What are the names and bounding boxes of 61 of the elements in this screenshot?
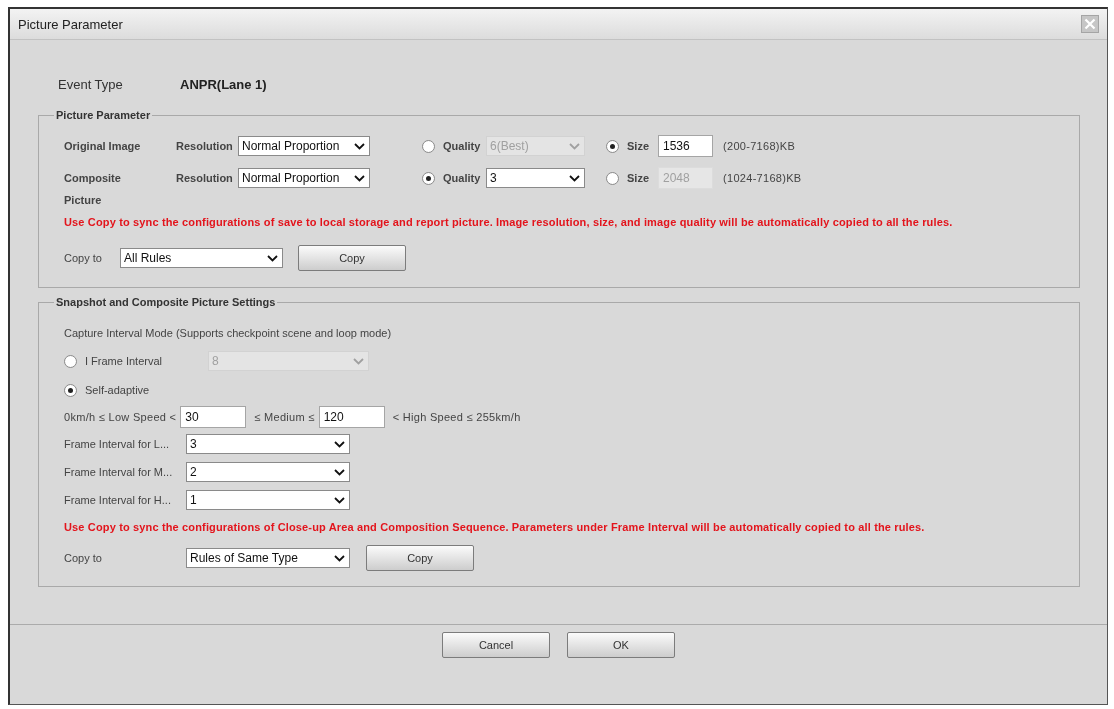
chevron-down-icon [334,468,345,476]
field-label: Resolution [176,172,234,184]
row-label: Original Image [64,139,142,154]
frame-interval-select[interactable]: 1 [186,490,350,510]
close-button[interactable] [1081,15,1099,33]
chevron-down-icon [354,142,365,150]
field-label: Quality [443,172,482,184]
radio-label: Self-adaptive [85,384,151,396]
event-type-value: ANPR(Lane 1) [180,76,267,92]
speed-input[interactable]: 120 [318,406,385,428]
field-label: Copy to [64,552,103,564]
field-label: Frame Interval for M... [64,466,174,478]
dialog-button[interactable]: OK [567,632,675,658]
close-icon [1084,18,1096,30]
chevron-down-icon [334,496,345,504]
field-label: Copy to [64,252,103,264]
copy-to-select[interactable]: All Rules [120,248,283,268]
resolution-select[interactable]: Normal Proportion [238,136,370,156]
chevron-down-icon [569,174,580,182]
speed-label: < High Speed ≤ 255km/h [392,411,521,423]
chevron-down-icon [569,142,580,150]
quality-select[interactable]: 3 [486,168,585,188]
field-label: Frame Interval for H... [64,494,172,506]
copy-to-select[interactable]: Rules of Same Type [186,548,350,568]
event-type-label: Event Type [58,76,124,92]
radio-button[interactable] [422,139,435,153]
resolution-select[interactable]: Normal Proportion [238,168,370,188]
field-label: Quality [443,140,482,152]
chevron-down-icon [334,554,345,562]
section-legend: Snapshot and Composite Picture Settings [54,296,278,308]
field-label: Resolution [176,140,234,152]
radio-label: I Frame Interval [85,355,164,367]
frame-interval-select[interactable]: 3 [186,434,350,454]
copy-note: Use Copy to sync the configurations of save to local storage and report picture. Image resolution, size, and image quality will be automatically copied to all the rules. [64,215,954,229]
size-input[interactable]: 1536 [658,135,713,157]
window-title: Picture Parameter [18,16,123,32]
chevron-down-icon [353,357,364,365]
copy-button[interactable]: Copy [366,545,474,571]
radio-button[interactable] [64,354,77,368]
radio-button[interactable] [606,139,619,153]
dialog-button[interactable]: Cancel [442,632,550,658]
mode-title: Capture Interval Mode (Supports checkpoint scene and loop mode) [64,326,393,341]
chevron-down-icon [354,174,365,182]
chevron-down-icon [334,440,345,448]
range-hint: (200-7168)KB [723,140,796,152]
radio-button[interactable] [606,171,619,185]
speed-label: ≤ Medium ≤ [254,411,315,423]
chevron-down-icon [267,254,278,262]
radio-button[interactable] [422,171,435,185]
speed-label: 0km/h ≤ Low Speed < [64,411,177,423]
section-legend: Picture Parameter [54,109,153,121]
speed-input[interactable]: 30 [180,406,247,428]
range-hint: (1024-7168)KB [723,172,802,184]
field-label: Size [627,140,650,152]
row-label: Composite Picture [64,171,122,208]
copy-button[interactable]: Copy [298,245,406,271]
copy-note: Use Copy to sync the configurations of Close-up Area and Composition Sequence. Parameters under Frame Interval will be automatically copied to all the rules. [64,520,926,534]
radio-button[interactable] [64,383,77,397]
field-label: Frame Interval for L... [64,438,171,450]
frame-interval-select[interactable]: 2 [186,462,350,482]
field-label: Size [627,172,650,184]
